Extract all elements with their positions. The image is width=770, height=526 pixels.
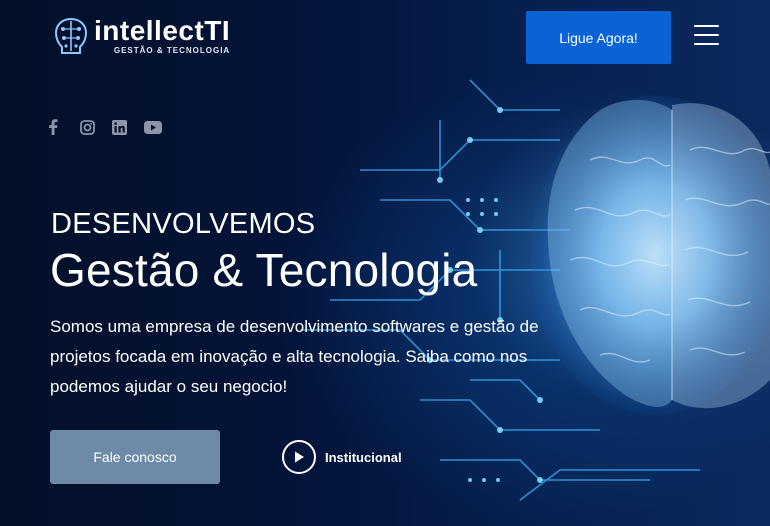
- institutional-video-link[interactable]: Institucional: [282, 440, 402, 474]
- hamburger-menu-icon[interactable]: [694, 25, 719, 47]
- brand-name: intellectTI: [94, 15, 231, 46]
- play-icon[interactable]: [282, 440, 316, 474]
- linkedin-icon[interactable]: [112, 118, 144, 136]
- hero-description: Somos uma empresa de desenvolvimento sof…: [50, 317, 539, 396]
- brain-logo-icon: [54, 17, 88, 54]
- brand-logo[interactable]: intellectTI GESTÃO & TECNOLOGIA: [52, 16, 230, 56]
- facebook-icon[interactable]: [48, 118, 80, 136]
- social-links: [48, 118, 176, 136]
- contact-us-button[interactable]: Fale conosco: [50, 430, 220, 484]
- hero-eyebrow: DESENVOLVEMOS: [51, 208, 316, 240]
- hero-section: intellectTI GESTÃO & TECNOLOGIA Ligue Ag…: [0, 0, 770, 526]
- instagram-icon[interactable]: [80, 118, 112, 136]
- video-label: Institucional: [325, 449, 402, 465]
- brand-tagline: GESTÃO & TECNOLOGIA: [113, 46, 231, 55]
- youtube-icon[interactable]: [144, 118, 176, 136]
- call-now-button[interactable]: Ligue Agora!: [526, 11, 671, 64]
- hero-headline: Gestão & Tecnologia: [50, 244, 478, 296]
